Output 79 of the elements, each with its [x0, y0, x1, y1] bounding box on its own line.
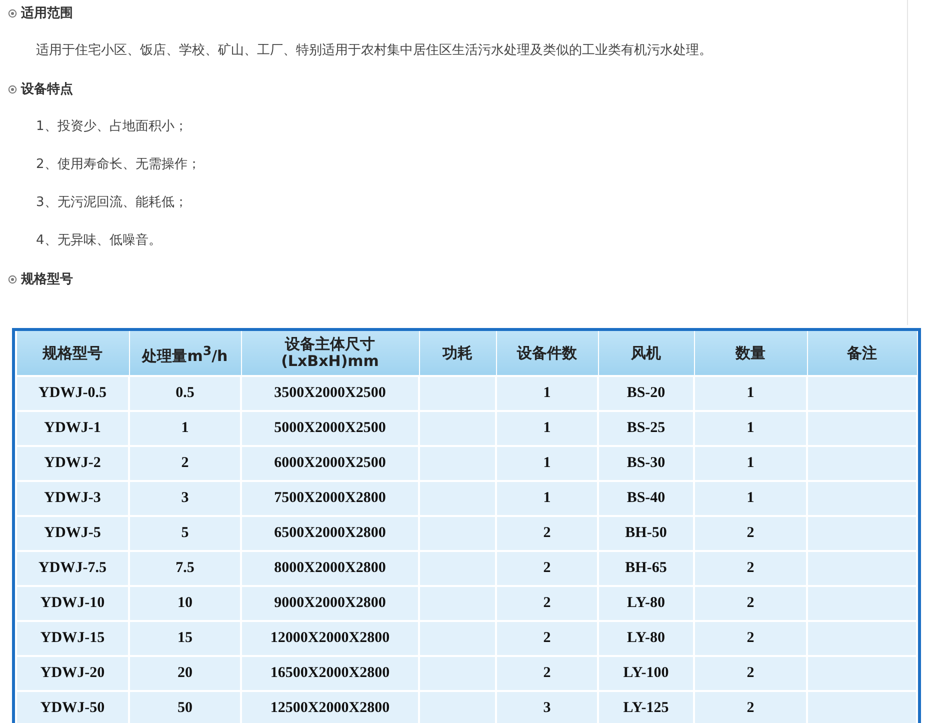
table-cell: 1 [496, 411, 598, 446]
table-cell: 10 [129, 586, 241, 621]
table-cell: 7500X2000X2800 [241, 481, 419, 516]
table-cell: 0.5 [129, 376, 241, 411]
table-cell: LY-80 [598, 586, 694, 621]
table-cell: 12000X2000X2800 [241, 621, 419, 656]
table-cell: 20 [129, 656, 241, 691]
column-header: 设备主体尺寸 (LxBxH)mm [241, 331, 419, 376]
table-cell: 1 [694, 481, 807, 516]
table-cell: 2 [496, 516, 598, 551]
column-header: 备注 [807, 331, 917, 376]
table-cell: 2 [496, 656, 598, 691]
table-cell: YDWJ-1 [16, 411, 129, 446]
table-cell: LY-100 [598, 656, 694, 691]
table-cell: 2 [694, 516, 807, 551]
table-cell: BS-20 [598, 376, 694, 411]
table-cell: 2 [129, 446, 241, 481]
table-cell: YDWJ-10 [16, 586, 129, 621]
table-cell: YDWJ-2 [16, 446, 129, 481]
table-cell: 1 [694, 446, 807, 481]
table-cell: 3500X2000X2500 [241, 376, 419, 411]
table-cell: 16500X2000X2800 [241, 656, 419, 691]
table-cell: BS-40 [598, 481, 694, 516]
table-cell: 7.5 [129, 551, 241, 586]
paragraph: 4、无异味、低噪音。 [35, 232, 162, 250]
table-cell: YDWJ-15 [16, 621, 129, 656]
table-cell: 2 [496, 551, 598, 586]
bullet-icon [8, 84, 17, 94]
table-cell: 5 [129, 516, 241, 551]
table-cell: YDWJ-3 [16, 481, 129, 516]
table-cell: 12500X2000X2800 [241, 691, 419, 723]
table-cell: YDWJ-20 [16, 656, 129, 691]
paragraph: 适用于住宅小区、饭店、学校、矿山、工厂、特别适用于农村集中居住区生活污水处理及类似的工业类有机污水处理。 [35, 42, 713, 60]
table-cell: 2 [496, 586, 598, 621]
table-cell: 2 [694, 691, 807, 723]
table-cell: 3 [496, 691, 598, 723]
table-cell: 1 [496, 376, 598, 411]
column-header: 数量 [694, 331, 807, 376]
table-cell: BS-25 [598, 411, 694, 446]
section-heading: 规格型号 [21, 271, 73, 288]
table-cell: 8000X2000X2800 [241, 551, 419, 586]
table-cell: 2 [694, 656, 807, 691]
section-heading: 适用范围 [21, 5, 73, 22]
table-cell: 6500X2000X2800 [241, 516, 419, 551]
table-cell: 2 [694, 621, 807, 656]
table-cell: LY-125 [598, 691, 694, 723]
table-cell: YDWJ-50 [16, 691, 129, 723]
table-cell: 2 [694, 551, 807, 586]
table-cell: 1 [694, 411, 807, 446]
table-cell: 3 [129, 481, 241, 516]
table-cell: 2 [694, 586, 807, 621]
table-cell: YDWJ-5 [16, 516, 129, 551]
table-cell: 1 [129, 411, 241, 446]
paragraph: 3、无污泥回流、能耗低； [35, 194, 188, 212]
bullet-icon [8, 8, 17, 18]
section-heading: 设备特点 [21, 81, 73, 98]
column-header: 处理量m$^{3}$/h [129, 331, 241, 376]
table-cell: 15 [129, 621, 241, 656]
table-cell: 5000X2000X2500 [241, 411, 419, 446]
table-cell: YDWJ-0.5 [16, 376, 129, 411]
column-header: 功耗 [419, 331, 496, 376]
table-cell: 6000X2000X2500 [241, 446, 419, 481]
table-cell: BH-65 [598, 551, 694, 586]
table-cell: LY-80 [598, 621, 694, 656]
table-cell: 50 [129, 691, 241, 723]
bullet-icon [8, 274, 17, 284]
column-header: 设备件数 [496, 331, 598, 376]
table-cell: BH-50 [598, 516, 694, 551]
table-cell: BS-30 [598, 446, 694, 481]
table-cell: 1 [496, 446, 598, 481]
table-cell: YDWJ-7.5 [16, 551, 129, 586]
column-header: 规格型号 [16, 331, 129, 376]
table-cell: 1 [496, 481, 598, 516]
paragraph: 2、使用寿命长、无需操作； [35, 156, 202, 174]
table-cell: 2 [496, 621, 598, 656]
table-cell: 9000X2000X2800 [241, 586, 419, 621]
column-header: 风机 [598, 331, 694, 376]
table-cell: 1 [694, 376, 807, 411]
paragraph: 1、投资少、占地面积小； [35, 118, 188, 136]
